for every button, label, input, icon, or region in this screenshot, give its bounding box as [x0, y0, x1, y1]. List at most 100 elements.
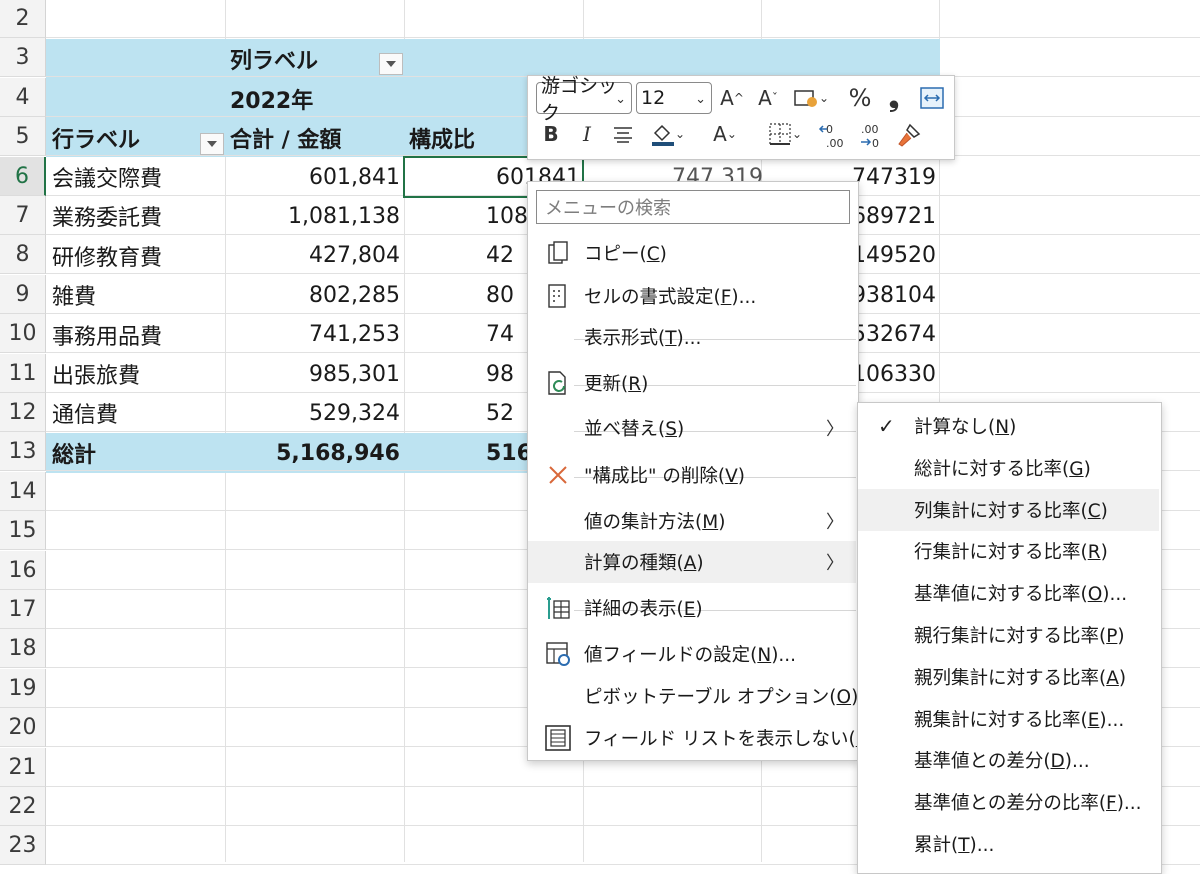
format-painter-button[interactable] — [894, 120, 924, 150]
submenu-item[interactable]: 親集計に対する比率(E)... — [858, 698, 1159, 740]
row-header[interactable]: 6 — [0, 157, 46, 196]
row-header[interactable]: 22 — [0, 787, 46, 826]
submenu-item[interactable]: 列集計に対する比率(C) — [858, 488, 1159, 531]
number-format-button[interactable]: ⌄ — [788, 84, 834, 112]
accelerator-key: S — [665, 419, 677, 440]
submenu-item[interactable]: 基準値との差分の比率(F)... — [858, 781, 1159, 823]
pivot-amount-cell[interactable]: 601,841 — [226, 157, 400, 197]
submenu-item-label: 基準値との差分の比率(F)... — [914, 789, 1142, 815]
row-header[interactable]: 5 — [0, 117, 46, 156]
menu-item-refresh[interactable]: 更新(R) — [528, 362, 856, 404]
row-header[interactable]: 18 — [0, 629, 46, 668]
menu-item-number-format[interactable]: 表示形式(T)... — [528, 316, 856, 358]
row-header[interactable]: 16 — [0, 551, 46, 590]
menu-item-hide-field-list[interactable]: フィールド リストを表示しない(D) — [528, 717, 877, 759]
submenu-item[interactable]: 行集計に対する比率(R) — [858, 530, 1159, 572]
row-header[interactable]: 7 — [0, 196, 46, 235]
font-size-combo[interactable]: 12 ⌄ — [636, 82, 712, 114]
decrease-decimal-button[interactable]: 0.00 — [816, 120, 850, 150]
font-color-button[interactable]: A ⌄ — [702, 120, 748, 148]
row-header[interactable]: 20 — [0, 708, 46, 747]
row-header[interactable]: 12 — [0, 393, 46, 432]
wrap-text-button[interactable] — [918, 84, 946, 112]
cell-f-value[interactable]: 106330 — [850, 354, 936, 394]
fill-bucket-icon — [651, 124, 674, 146]
row-header[interactable]: 15 — [0, 511, 46, 550]
label-text: セルの書式設定( — [584, 287, 721, 308]
row-header[interactable]: 13 — [0, 432, 46, 471]
submenu-item[interactable]: 親列集計に対する比率(A) — [858, 656, 1159, 698]
row-header[interactable]: 2 — [0, 0, 46, 38]
row-header[interactable]: 10 — [0, 314, 46, 353]
pivot-row-label[interactable]: 通信費 — [52, 393, 118, 433]
pivot-row-label[interactable]: 雑費 — [52, 275, 96, 315]
row-header[interactable]: 21 — [0, 748, 46, 787]
checkmark-icon: ✓ — [878, 414, 895, 438]
decrease-font-size-button[interactable]: Aˇ — [754, 84, 782, 112]
cell-f-value[interactable]: 747319 — [850, 157, 936, 197]
pivot-amount-cell[interactable]: 427,804 — [226, 236, 400, 276]
pivot-amount-cell[interactable]: 529,324 — [226, 393, 400, 433]
fill-color-button[interactable]: ⌄ — [644, 120, 690, 148]
row-header[interactable]: 14 — [0, 472, 46, 511]
increase-font-size-button[interactable]: A ^ — [718, 84, 746, 112]
menu-item-format-cells[interactable]: セルの書式設定(F)... — [528, 275, 856, 317]
increase-decimal-button[interactable]: .00 0 — [856, 120, 890, 150]
submenu-item[interactable]: 基準値との差分(D)... — [858, 739, 1159, 781]
submenu-item[interactable]: ✓ 計算なし(N) — [858, 405, 1159, 447]
menu-item-value-field-settings[interactable]: 値フィールドの設定(N)... — [528, 633, 856, 675]
pivot-ratio-cell[interactable]: 74 — [486, 315, 514, 355]
font-name-combo[interactable]: 游ゴシック ⌄ — [536, 75, 632, 124]
submenu-item-label: 行集計に対する比率(R) — [914, 538, 1108, 564]
column-labels-filter-button[interactable] — [379, 53, 403, 75]
pivot-row-label[interactable]: 会議交際費 — [52, 157, 162, 197]
pivot-amount-cell[interactable]: 741,253 — [226, 315, 400, 355]
menu-item-pivot-options[interactable]: ピボットテーブル オプション(O)... — [528, 675, 876, 717]
row-header[interactable]: 3 — [0, 38, 46, 77]
bold-button[interactable]: B — [538, 120, 564, 148]
menu-item-label: ピボットテーブル オプション(O)... — [584, 683, 876, 709]
submenu-item[interactable]: 総計に対する比率(G) — [858, 447, 1159, 489]
percent-style-button[interactable]: % — [846, 84, 874, 112]
menu-item-copy[interactable]: コピー(C) — [528, 232, 856, 274]
pivot-ratio-cell[interactable]: 52 — [486, 393, 514, 433]
pivot-amount-cell[interactable]: 1,081,138 — [226, 196, 400, 236]
menu-item-show-details[interactable]: 詳細の表示(E) — [528, 587, 856, 629]
pivot-amount-cell[interactable]: 802,285 — [226, 275, 400, 315]
menu-search-input[interactable]: メニューの検索 — [536, 190, 850, 224]
row-labels-filter-button[interactable] — [200, 133, 224, 155]
row-header[interactable]: 19 — [0, 669, 46, 708]
pivot-ratio-cell[interactable]: 80 — [486, 275, 514, 315]
borders-button[interactable]: ⌄ — [760, 120, 810, 148]
menu-item-remove-field[interactable]: "構成比" の削除(V) — [528, 454, 856, 496]
cell-f-value[interactable]: 938104 — [850, 275, 936, 315]
pivot-row-label[interactable]: 研修教育費 — [52, 236, 162, 276]
menu-item-sort[interactable]: 並べ替え(S) 〉 — [528, 407, 856, 449]
cell-f-value[interactable]: 149520 — [850, 236, 936, 276]
cell-f-value[interactable]: 532674 — [850, 315, 936, 355]
pivot-ratio-cell[interactable]: 98 — [486, 354, 514, 394]
pivot-row-label[interactable]: 出張旅費 — [52, 354, 140, 394]
row-header[interactable]: 4 — [0, 78, 46, 117]
center-align-button[interactable] — [610, 120, 636, 148]
menu-item-summarize-by[interactable]: 値の集計方法(M) 〉 — [528, 500, 856, 542]
pivot-ratio-cell[interactable]: 108 — [486, 196, 528, 236]
pivot-row-label[interactable]: 事務用品費 — [52, 315, 162, 355]
menu-item-show-values-as[interactable]: 計算の種類(A) 〉 — [528, 541, 856, 583]
submenu-item-label: 親集計に対する比率(E)... — [914, 706, 1124, 732]
italic-button[interactable]: I — [574, 120, 600, 148]
submenu-item[interactable]: 累計(T)... — [858, 823, 1159, 865]
pivot-ratio-cell[interactable]: 42 — [486, 236, 514, 276]
row-header[interactable]: 23 — [0, 826, 46, 865]
comma-style-button[interactable]: ❟ — [882, 83, 906, 113]
row-header[interactable]: 9 — [0, 275, 46, 314]
row-header[interactable]: 17 — [0, 590, 46, 629]
chevron-down-icon: ⌄ — [818, 91, 830, 105]
row-header[interactable]: 8 — [0, 235, 46, 274]
submenu-item[interactable]: 親行集計に対する比率(P) — [858, 614, 1159, 656]
pivot-row-label[interactable]: 業務委託費 — [52, 196, 162, 236]
row-header[interactable]: 11 — [0, 354, 46, 393]
cell-f-value[interactable]: 689721 — [850, 196, 936, 236]
pivot-amount-cell[interactable]: 985,301 — [226, 354, 400, 394]
submenu-item[interactable]: 基準値に対する比率(O)... — [858, 572, 1159, 614]
